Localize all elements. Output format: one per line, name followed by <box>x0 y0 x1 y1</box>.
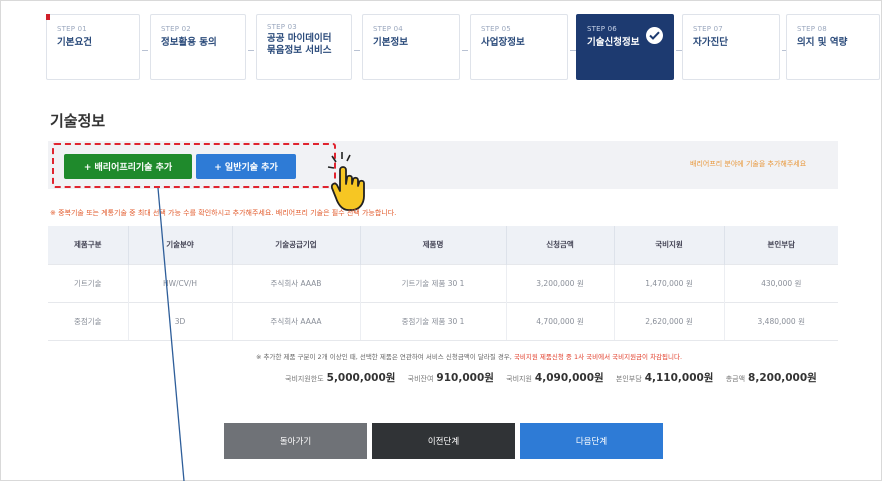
col-header: 기술분야 <box>128 226 233 264</box>
step-name: 사업장정보 <box>481 37 525 48</box>
step-connector <box>462 50 468 51</box>
cell-self-pay: 430,000 원 <box>724 263 838 302</box>
col-header: 기술공급기업 <box>232 226 361 264</box>
back-button[interactable]: 돌아가기 <box>224 423 367 459</box>
step-number: STEP 04 <box>373 25 403 33</box>
cell-request-amount: 3,200,000 원 <box>506 263 615 302</box>
cell-product-type: 중점기술 <box>48 301 129 341</box>
col-header: 제품구분 <box>48 226 129 264</box>
check-icon <box>646 27 663 44</box>
step-5[interactable]: STEP 05 사업장정보 <box>470 14 568 80</box>
step-name: 정보활용 동의 <box>161 37 217 48</box>
step-4[interactable]: STEP 04 기본정보 <box>362 14 460 80</box>
cell-product-type: 기트기술 <box>48 263 129 302</box>
col-header: 신청금액 <box>506 226 615 264</box>
step-connector <box>142 50 148 51</box>
step-2[interactable]: STEP 02 정보활용 동의 <box>150 14 246 80</box>
totals-summary: 국비지원한도 5,000,000원 국비잔여 910,000원 국비지원 4,090,… <box>285 370 837 385</box>
step-name: 기본정보 <box>373 37 408 48</box>
step-progress: STEP 01 기본요건 STEP 02 정보활용 동의 STEP 03 공공 … <box>46 14 880 80</box>
total-amount: 4,090,000원 <box>534 372 604 384</box>
total-amount: 910,000원 <box>436 372 494 384</box>
total-label: 국비지원 <box>506 375 532 383</box>
cell-national-support: 2,620,000 원 <box>614 301 725 341</box>
step-8[interactable]: STEP 08 의지 및 역량 <box>786 14 880 80</box>
step-7[interactable]: STEP 07 자가진단 <box>682 14 780 80</box>
step-number: STEP 05 <box>481 25 511 33</box>
footnote-text: ※ 추가한 제품 구분이 2개 이상인 때, 선택한 제품은 연관하여 서비스 … <box>256 353 512 361</box>
cell-self-pay: 3,480,000 원 <box>724 301 838 341</box>
previous-step-button[interactable]: 이전단계 <box>372 423 515 459</box>
step-name-line: 공공 마이데이터 <box>267 33 332 44</box>
total-amount: 8,200,000원 <box>748 372 817 384</box>
cell-supplier: 주식회사 AAAB <box>232 263 361 302</box>
total-label: 총금액 <box>725 375 746 383</box>
table-row[interactable]: 중점기술 3D 주식회사 AAAA 중점기술 제품 30 1 4,700,000… <box>48 301 838 341</box>
total-amount: 5,000,000원 <box>326 372 396 384</box>
step-number: STEP 08 <box>797 25 827 33</box>
step-number: STEP 07 <box>693 25 723 33</box>
next-step-button[interactable]: 다음단계 <box>520 423 663 459</box>
total-amount: 4,110,000원 <box>644 372 714 384</box>
col-header: 본인부담 <box>724 226 838 264</box>
hand-cursor-icon <box>327 152 365 211</box>
table-footnote: ※ 추가한 제품 구분이 2개 이상인 때, 선택한 제품은 연관하여 서비스 … <box>256 351 682 361</box>
corner-marker <box>46 14 50 20</box>
table-header-row: 제품구분 기술분야 기술공급기업 제품명 신청금액 국비지원 본인부담 <box>48 226 838 264</box>
cell-tech-field: 3D <box>128 301 233 341</box>
step-connector <box>248 50 254 51</box>
cell-tech-field: HW/CV/H <box>128 263 233 302</box>
total-label: 국비지원한도 <box>285 375 324 383</box>
step-3[interactable]: STEP 03 공공 마이데이터 묶음정보 서비스 <box>256 14 352 80</box>
footnote-highlight: 국비지원 제품신청 중 1사 국비에서 국비지원금이 차감됩니다. <box>513 353 683 361</box>
step-name: 기본요건 <box>57 37 92 48</box>
cell-product-name: 기트기술 제품 30 1 <box>360 263 507 302</box>
tech-selection-warning: ※ 중복기술 또는 계통기술 중 최대 선택 가능 수를 확인하시고 추가해주세… <box>50 209 397 217</box>
step-name-line: 묶음정보 서비스 <box>267 45 332 56</box>
section-title: 기술정보 <box>50 112 106 130</box>
col-header: 제품명 <box>360 226 507 264</box>
step-1[interactable]: STEP 01 기본요건 <box>46 14 140 80</box>
step-number: STEP 01 <box>57 25 87 33</box>
cell-product-name: 중점기술 제품 30 1 <box>360 301 507 341</box>
step-number: STEP 03 <box>267 23 297 31</box>
cell-supplier: 주식회사 AAAA <box>232 301 361 341</box>
add-tech-notice: 배리어프리 분야에 기술을 추가해주세요 <box>690 160 807 168</box>
cell-national-support: 1,470,000 원 <box>614 263 725 302</box>
tech-table: 제품구분 기술분야 기술공급기업 제품명 신청금액 국비지원 본인부담 기트기술… <box>48 226 838 341</box>
step-connector <box>354 50 360 51</box>
col-header: 국비지원 <box>614 226 725 264</box>
add-barrier-free-tech-button[interactable]: + 배리어프리기술 추가 <box>64 154 192 179</box>
step-6-active[interactable]: STEP 06 기술신청정보 <box>576 14 674 80</box>
cell-request-amount: 4,700,000 원 <box>506 301 615 341</box>
total-label: 본인부담 <box>615 375 642 383</box>
total-label: 국비잔여 <box>407 375 434 383</box>
step-name: 자가진단 <box>693 37 728 48</box>
table-row[interactable]: 기트기술 HW/CV/H 주식회사 AAAB 기트기술 제품 30 1 3,20… <box>48 263 838 302</box>
step-number: STEP 02 <box>161 25 191 33</box>
add-general-tech-button[interactable]: + 일반기술 추가 <box>196 154 296 179</box>
step-name: 공공 마이데이터 묶음정보 서비스 <box>267 33 351 57</box>
step-name: 의지 및 역량 <box>797 37 848 48</box>
